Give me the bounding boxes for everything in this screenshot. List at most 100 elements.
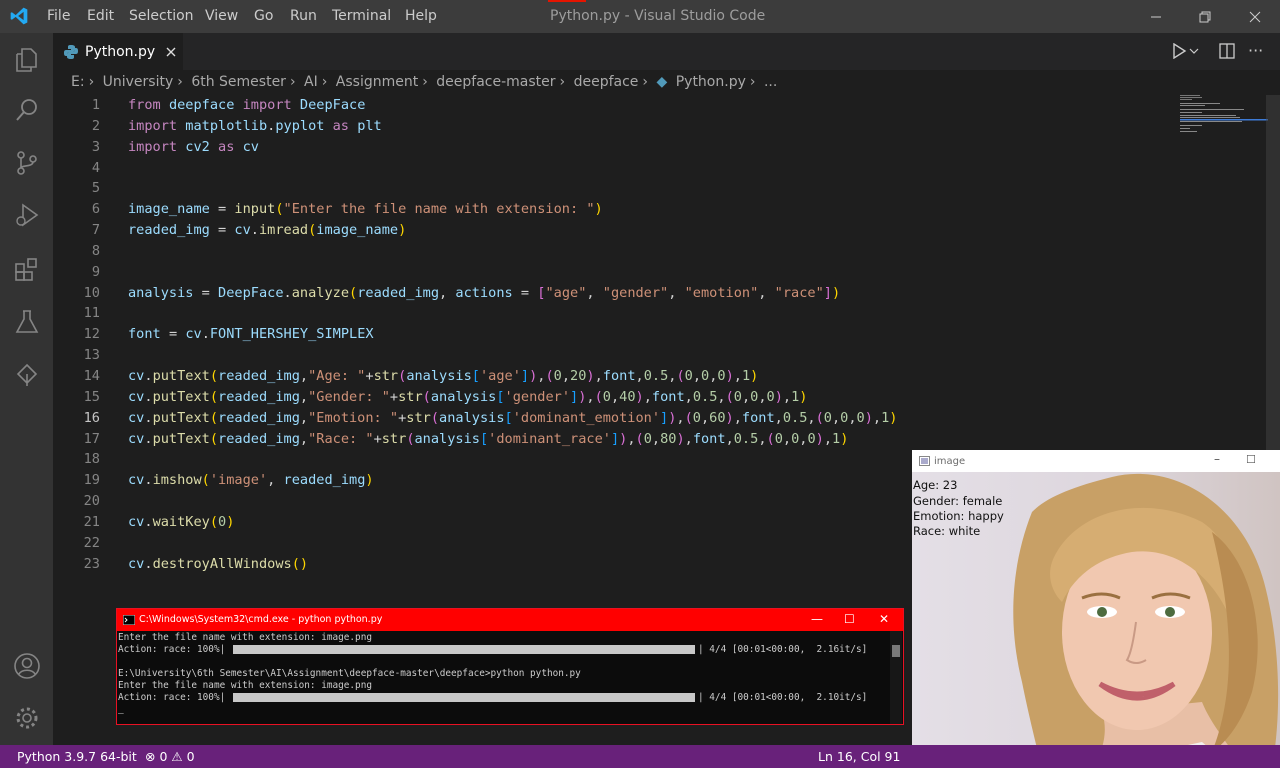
cmd-maximize-button[interactable]: ☐ — [844, 612, 855, 626]
line-number: 18 — [83, 451, 100, 468]
python-interpreter-status[interactable]: Python 3.9.7 64-bit — [17, 749, 137, 764]
menu-go[interactable]: Go — [254, 8, 273, 24]
activity-source-control[interactable] — [0, 139, 53, 187]
code-line[interactable]: 14 cv.putText(readed_img,"Age: "+str(anal… — [53, 366, 1263, 387]
chevron-right-icon: › — [559, 74, 566, 90]
code-line[interactable]: 2 import matplotlib.pyplot as plt — [53, 116, 1263, 137]
cmd-scroll-thumb[interactable] — [892, 645, 900, 657]
code-line[interactable]: 12 font = cv.FONT_HERSHEY_SIMPLEX — [53, 324, 1263, 345]
cmd-close-button[interactable]: ✕ — [879, 612, 889, 626]
overlay-gender: Gender: female — [913, 494, 1003, 508]
minimize-icon: — — [811, 612, 823, 626]
image-window-title: image — [934, 456, 966, 467]
code-line[interactable]: 4 — [53, 158, 1263, 179]
image-maximize-button[interactable]: ☐ — [1246, 453, 1256, 466]
cmd-minimize-button[interactable]: — — [811, 612, 823, 626]
line-number: 19 — [83, 472, 100, 489]
maximize-icon: ☐ — [844, 612, 855, 626]
activity-explorer[interactable] — [0, 36, 53, 84]
editor-scrollbar[interactable] — [1266, 95, 1280, 455]
activity-search[interactable] — [0, 86, 53, 134]
menu-edit[interactable]: Edit — [87, 8, 114, 24]
overlay-age: Age: 23 — [913, 478, 958, 492]
menu-view[interactable]: View — [205, 8, 238, 24]
error-count: 0 — [159, 749, 168, 764]
line-number: 16 — [83, 409, 100, 426]
breadcrumb-item[interactable]: E: — [71, 74, 85, 90]
tab-python-py[interactable]: Python.py — [53, 33, 183, 70]
cursor-position-status[interactable]: Ln 16, Col 91 — [818, 749, 900, 764]
breadcrumb-item[interactable]: University — [103, 74, 174, 90]
line-number: 12 — [83, 326, 100, 343]
code-line[interactable]: 17 cv.putText(readed_img,"Race: "+str(ana… — [53, 429, 1263, 450]
cmd-line: Action: race: 100%| — [118, 692, 226, 703]
breadcrumb-item[interactable]: ... — [764, 74, 777, 90]
code-line[interactable]: 15 cv.putText(readed_img,"Gender: "+str(a… — [53, 387, 1263, 408]
code-line[interactable]: 6 image_name = input("Enter the file name… — [53, 199, 1263, 220]
cmd-app-icon — [123, 615, 135, 625]
minimap[interactable] — [1178, 95, 1268, 135]
code-text: import cv2 as cv — [128, 138, 259, 155]
breadcrumb-item[interactable]: deepface-master — [436, 74, 555, 90]
code-line[interactable]: 10 analysis = DeepFace.analyze(readed_img… — [53, 283, 1263, 304]
menu-run[interactable]: Run — [290, 8, 317, 24]
line-number: 1 — [91, 97, 100, 113]
restore-button[interactable] — [1182, 0, 1228, 33]
code-text: cv.putText(readed_img,"Gender: "+str(ana… — [128, 388, 808, 405]
activity-tree[interactable] — [0, 351, 53, 399]
code-line[interactable]: 9 — [53, 262, 1263, 283]
problems-status[interactable]: ⊗ 0 ⚠ 0 — [145, 749, 195, 764]
cmd-output[interactable]: Enter the file name with extension: imag… — [117, 631, 903, 724]
image-minimize-button[interactable]: – — [1214, 452, 1220, 466]
activity-settings[interactable] — [0, 694, 53, 742]
extensions-icon — [14, 258, 37, 281]
code-line[interactable]: 5 — [53, 178, 1263, 199]
code-text: cv.putText(readed_img,"Age: "+str(analys… — [128, 367, 759, 384]
warning-count: 0 — [186, 749, 195, 764]
account-icon — [13, 653, 40, 679]
code-line[interactable]: 3 import cv2 as cv — [53, 137, 1263, 158]
activity-accounts[interactable] — [0, 642, 53, 690]
cmd-line: Action: race: 100%| — [118, 644, 226, 655]
run-debug-icon — [15, 203, 38, 227]
progress-stats: | 4/4 [00:01<00:00, 2.16it/s] — [698, 644, 868, 655]
cmd-window[interactable]: C:\Windows\System32\cmd.exe - python pyt… — [116, 608, 904, 725]
run-python-file-button[interactable] — [1172, 42, 1202, 63]
chevron-right-icon: › — [289, 74, 296, 90]
code-line[interactable]: 8 — [53, 241, 1263, 262]
code-text: from deepface import DeepFace — [128, 97, 366, 113]
menu-terminal[interactable]: Terminal — [332, 8, 391, 24]
breadcrumb-item[interactable]: deepface — [574, 74, 639, 90]
close-window-button[interactable] — [1232, 0, 1278, 33]
image-title-bar[interactable]: image – ☐ — [912, 450, 1280, 472]
code-line[interactable]: 1 from deepface import DeepFace — [53, 95, 1263, 116]
menu-selection[interactable]: Selection — [129, 8, 194, 24]
code-line[interactable]: 16 cv.putText(readed_img,"Emotion: "+str(… — [53, 408, 1263, 429]
breadcrumb-item[interactable]: Assignment — [336, 74, 418, 90]
split-editor-button[interactable] — [1219, 43, 1235, 63]
cmd-line: E:\University\6th Semester\AI\Assignment… — [118, 668, 581, 679]
breadcrumb-item[interactable]: AI — [304, 74, 318, 90]
activity-run-debug[interactable] — [0, 191, 53, 239]
chevron-right-icon: › — [88, 74, 95, 90]
restore-icon — [1199, 11, 1211, 22]
cmd-title-bar[interactable]: C:\Windows\System32\cmd.exe - python pyt… — [117, 609, 903, 631]
opencv-image-window[interactable]: image – ☐ Age: 23 Gender: female Emotion… — [912, 450, 1280, 768]
minimize-button[interactable] — [1133, 0, 1179, 33]
close-tab-icon[interactable] — [165, 46, 177, 58]
breadcrumb-item[interactable]: 6th Semester — [191, 74, 286, 90]
menu-file[interactable]: File — [47, 8, 70, 24]
code-line[interactable]: 13 — [53, 345, 1263, 366]
activity-testing[interactable] — [0, 298, 53, 346]
status-bar: Python 3.9.7 64-bit ⊗ 0 ⚠ 0 Ln 16, Col 9… — [0, 745, 1280, 768]
code-line[interactable]: 7 readed_img = cv.imread(image_name) — [53, 220, 1263, 241]
cmd-scrollbar[interactable] — [890, 631, 902, 724]
split-editor-icon — [1219, 43, 1235, 59]
code-line[interactable]: 11 — [53, 303, 1263, 324]
vscode-logo-icon — [10, 7, 28, 25]
menu-help[interactable]: Help — [405, 8, 437, 24]
activity-extensions[interactable] — [0, 245, 53, 293]
breadcrumb-item[interactable]: Python.py — [676, 74, 746, 90]
line-number: 2 — [91, 117, 100, 134]
more-actions-button[interactable]: ··· — [1248, 41, 1263, 60]
